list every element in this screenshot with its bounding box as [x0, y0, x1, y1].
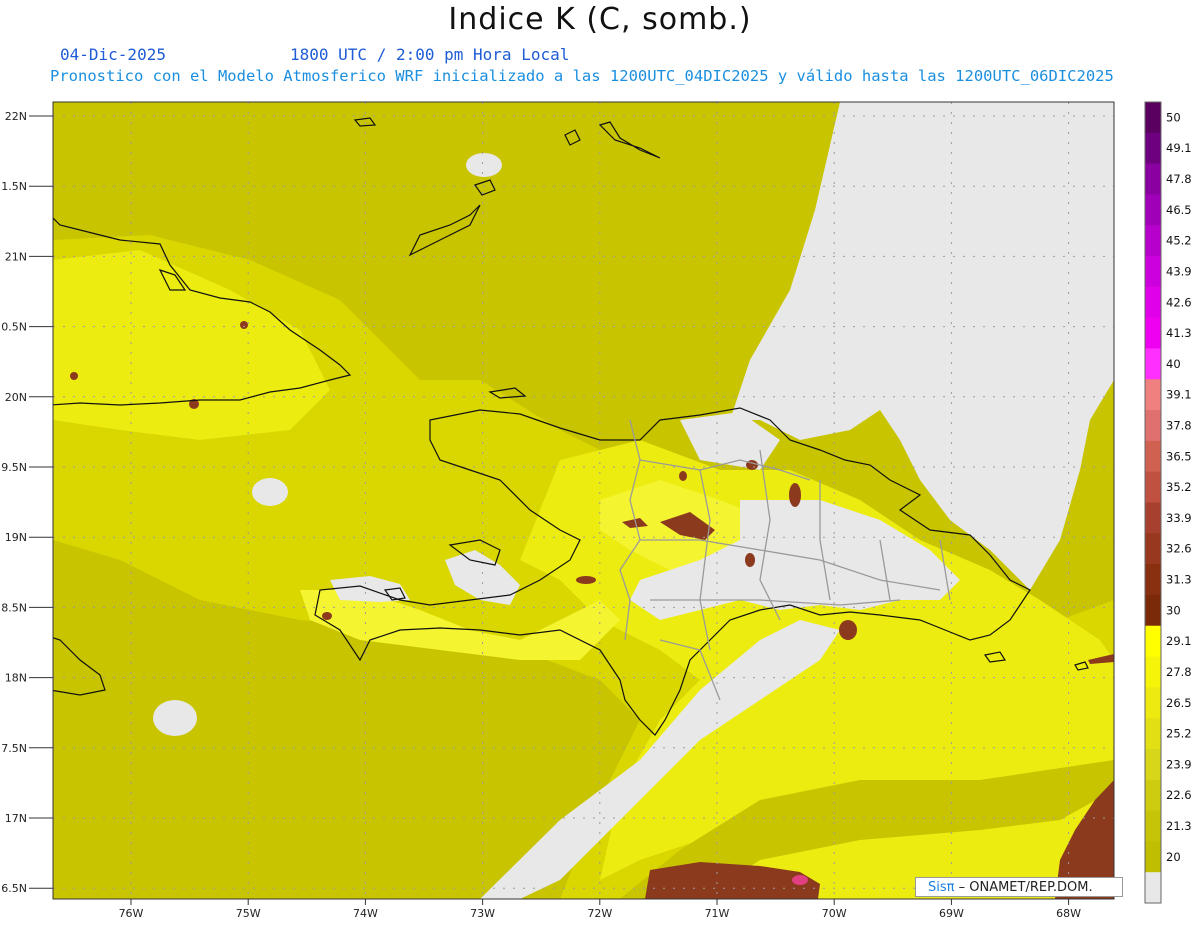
colorbar-swatch [1145, 718, 1161, 750]
longitude-label: 70W [822, 907, 847, 920]
colorbar-label: 31.3 [1166, 573, 1192, 587]
colorbar-swatch [1145, 656, 1161, 688]
colorbar-label: 21.3 [1166, 819, 1192, 833]
latitude-label: 21N [5, 250, 27, 263]
colorbar-label: 20 [1166, 850, 1181, 864]
no-data-hole [466, 153, 502, 177]
latitude-label: 0.5N [1, 321, 27, 334]
latitude-label: 20N [5, 391, 27, 404]
hot-spot [322, 612, 332, 620]
colorbar-swatch [1145, 286, 1161, 319]
longitude-labels: 76W 75W 74W 73W 72W 71W 70W 69W 68W [119, 899, 1081, 920]
hot-spot [789, 483, 801, 507]
colorbar-label: 22.6 [1166, 788, 1192, 802]
colorbar [1144, 101, 1162, 904]
colorbar-swatch [1145, 379, 1161, 411]
colorbar-swatch [1145, 841, 1161, 873]
colorbar-label: 46.5 [1166, 203, 1192, 217]
colorbar-swatch [1145, 132, 1161, 165]
colorbar-swatch [1145, 317, 1161, 349]
colorbar-label: 37.8 [1166, 418, 1192, 432]
hot-spot [576, 576, 596, 584]
latitude-label: 6.5N [1, 882, 27, 895]
longitude-label: 74W [353, 907, 378, 920]
colorbar-swatch [1145, 779, 1161, 812]
colorbar-label: 29.1 [1166, 634, 1192, 648]
map-canvas: 22N 1.5N 21N 0.5N 20N 9.5N 19N 8.5N 18N 7.5N 17N 6.… [1, 101, 1192, 920]
hot-spot [745, 553, 755, 567]
longitude-label: 73W [470, 907, 495, 920]
colorbar-label: 32.6 [1166, 542, 1192, 556]
hot-spot [70, 372, 78, 380]
colorbar-labels: 50 49.1 47.8 46.5 45.2 43.9 42.6 41.3 40 39.1 37.8… [1166, 110, 1192, 863]
sis-logo-text: Sisπ [928, 880, 955, 895]
colorbar-swatch [1145, 256, 1161, 288]
colorbar-label: 42.6 [1166, 295, 1192, 309]
colorbar-swatch [1145, 194, 1161, 226]
colorbar-swatch [1145, 440, 1161, 473]
credit-text: – ONAMET/REP.DOM. [954, 880, 1093, 895]
colorbar-label: 43.9 [1166, 264, 1192, 278]
credit-badge: Sisπ – ONAMET/REP.DOM. [915, 877, 1123, 897]
colorbar-label: 33.9 [1166, 511, 1192, 525]
colorbar-swatch [1145, 748, 1161, 781]
longitude-label: 68W [1056, 907, 1081, 920]
colorbar-swatch [1145, 625, 1161, 658]
colorbar-label: 39.1 [1166, 388, 1192, 402]
colorbar-swatch [1145, 410, 1161, 442]
colorbar-label: 49.1 [1166, 141, 1192, 155]
latitude-label: 1.5N [1, 180, 27, 193]
colorbar-swatch [1145, 502, 1161, 534]
longitude-label: 75W [236, 907, 261, 920]
colorbar-swatch [1145, 810, 1161, 842]
k-index-field [53, 102, 1114, 899]
no-data-hole [252, 478, 288, 506]
hot-spot [839, 620, 857, 640]
colorbar-label: 36.5 [1166, 449, 1192, 463]
colorbar-swatch [1145, 163, 1161, 195]
hot-spot [240, 321, 248, 329]
hot-spot [679, 471, 687, 481]
latitude-label: 19N [5, 531, 27, 544]
longitude-label: 69W [939, 907, 964, 920]
colorbar-swatch [1145, 225, 1161, 257]
colorbar-label: 30 [1166, 603, 1181, 617]
colorbar-swatch [1145, 687, 1161, 719]
colorbar-swatch [1145, 564, 1161, 596]
colorbar-label: 40 [1166, 357, 1181, 371]
colorbar-label: 45.2 [1166, 234, 1192, 248]
latitude-label: 18N [5, 672, 27, 685]
colorbar-label: 27.8 [1166, 665, 1192, 679]
longitude-label: 76W [119, 907, 144, 920]
latitude-label: 7.5N [1, 742, 27, 755]
colorbar-swatch [1145, 348, 1161, 380]
colorbar-label: 26.5 [1166, 696, 1192, 710]
latitude-label: 22N [5, 110, 27, 123]
colorbar-swatch [1145, 594, 1161, 627]
latitude-label: 9.5N [1, 461, 27, 474]
no-data-hole [153, 700, 197, 736]
colorbar-swatch [1145, 102, 1161, 134]
colorbar-label: 50 [1166, 110, 1181, 124]
hot-spot-core [792, 875, 808, 885]
colorbar-label: 41.3 [1166, 326, 1192, 340]
longitude-label: 72W [587, 907, 612, 920]
colorbar-swatch [1145, 533, 1161, 565]
colorbar-label: 35.2 [1166, 480, 1192, 494]
colorbar-label: 47.8 [1166, 172, 1192, 186]
colorbar-swatch [1145, 471, 1161, 503]
latitude-labels: 22N 1.5N 21N 0.5N 20N 9.5N 19N 8.5N 18N 7.5N 17N 6.… [1, 110, 53, 895]
colorbar-label: 23.9 [1166, 757, 1192, 771]
latitude-label: 8.5N [1, 601, 27, 614]
colorbar-label: 25.2 [1166, 727, 1192, 741]
colorbar-swatch [1145, 872, 1161, 904]
latitude-label: 17N [5, 812, 27, 825]
longitude-label: 71W [705, 907, 730, 920]
